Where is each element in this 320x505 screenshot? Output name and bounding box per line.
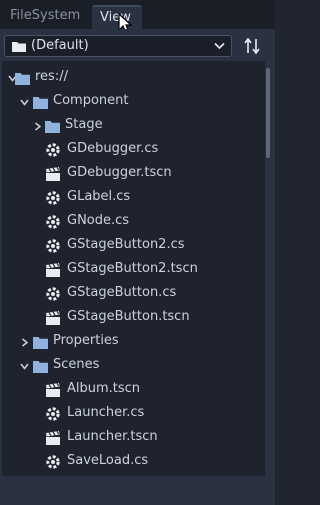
clapperboard-scene-icon	[46, 383, 60, 397]
csharp-script-icon	[46, 239, 60, 253]
csharp-script-icon	[46, 455, 60, 469]
tree-file-item[interactable]: Launcher.tscn	[2, 426, 265, 450]
csharp-script-icon	[46, 287, 60, 301]
tree-item-label: GDebugger.tscn	[67, 165, 172, 180]
tree-file-item[interactable]: Album.tscn	[2, 378, 265, 402]
path-dropdown-value: (Default)	[31, 38, 89, 53]
tree-file-item[interactable]: GDebugger.tscn	[2, 162, 265, 186]
tree-file-item[interactable]: SaveLoad.cs	[2, 450, 265, 474]
folder-icon	[15, 73, 30, 85]
tree-folder-item[interactable]: Scenes	[2, 354, 265, 378]
tree-item-label: res://	[35, 69, 68, 84]
tab-filesystem[interactable]: FileSystem	[2, 5, 90, 29]
chevron-down-icon	[20, 99, 29, 106]
sort-options-icon[interactable]	[241, 36, 263, 56]
clapperboard-scene-icon	[46, 167, 60, 181]
clapperboard-scene-icon	[46, 431, 60, 445]
csharp-script-icon	[46, 407, 60, 421]
folder-icon	[33, 97, 48, 109]
tree-item-label: Properties	[53, 333, 119, 348]
clapperboard-scene-icon	[46, 263, 60, 277]
tree-item-label: GStageButton.cs	[67, 285, 177, 300]
tree-item-label: Component	[53, 93, 129, 108]
tree-item-label: Stage	[65, 117, 103, 132]
clapperboard-scene-icon	[46, 311, 60, 325]
csharp-script-icon	[46, 143, 60, 157]
chevron-right-icon	[35, 122, 42, 131]
tree-folder-item[interactable]: Properties	[2, 330, 265, 354]
file-tree[interactable]: res:// Component Stage GDebugger.cs GDebugge…	[2, 61, 265, 476]
path-dropdown[interactable]: (Default)	[4, 35, 232, 57]
filesystem-dock: FileSystem View (Default) res:// Compone…	[0, 0, 275, 505]
csharp-script-icon	[46, 215, 60, 229]
tree-item-label: SaveLoad.cs	[67, 453, 149, 468]
folder-icon	[12, 42, 26, 52]
tree-item-label: Launcher.tscn	[67, 429, 158, 444]
chevron-right-icon	[22, 338, 29, 347]
tree-folder-item[interactable]: res://	[2, 66, 265, 90]
tree-file-item[interactable]: GStageButton.cs	[2, 282, 265, 306]
csharp-script-icon	[46, 191, 60, 205]
tree-item-label: GDebugger.cs	[67, 141, 159, 156]
tree-file-item[interactable]: GDebugger.cs	[2, 138, 265, 162]
tree-item-label: Launcher.cs	[67, 405, 145, 420]
tree-file-item[interactable]: GStageButton2.tscn	[2, 258, 265, 282]
tree-item-label: Scenes	[53, 357, 100, 372]
tree-file-item[interactable]: GLabel.cs	[2, 186, 265, 210]
tree-item-label: GLabel.cs	[67, 189, 131, 204]
tree-item-label: GStageButton2.tscn	[67, 261, 198, 276]
tree-item-label: GStageButton2.cs	[67, 237, 185, 252]
folder-icon	[33, 337, 48, 349]
chevron-down-icon	[20, 363, 29, 370]
tree-file-item[interactable]: GStageButton2.cs	[2, 234, 265, 258]
tree-item-label: Album.tscn	[67, 381, 141, 396]
dock-tab-bar: FileSystem View	[0, 0, 275, 29]
chevron-down-icon	[214, 42, 225, 50]
tree-file-item[interactable]: GNode.cs	[2, 210, 265, 234]
folder-icon	[45, 121, 60, 133]
tree-folder-item[interactable]: Component	[2, 90, 265, 114]
tree-item-label: GNode.cs	[67, 213, 130, 228]
tree-item-label: GStageButton.tscn	[67, 309, 190, 324]
scrollbar-thumb[interactable]	[266, 68, 270, 158]
tree-folder-item[interactable]: Stage	[2, 114, 265, 138]
tree-file-item[interactable]: Launcher.cs	[2, 402, 265, 426]
folder-icon	[33, 361, 48, 373]
tree-file-item[interactable]: GStageButton.tscn	[2, 306, 265, 330]
